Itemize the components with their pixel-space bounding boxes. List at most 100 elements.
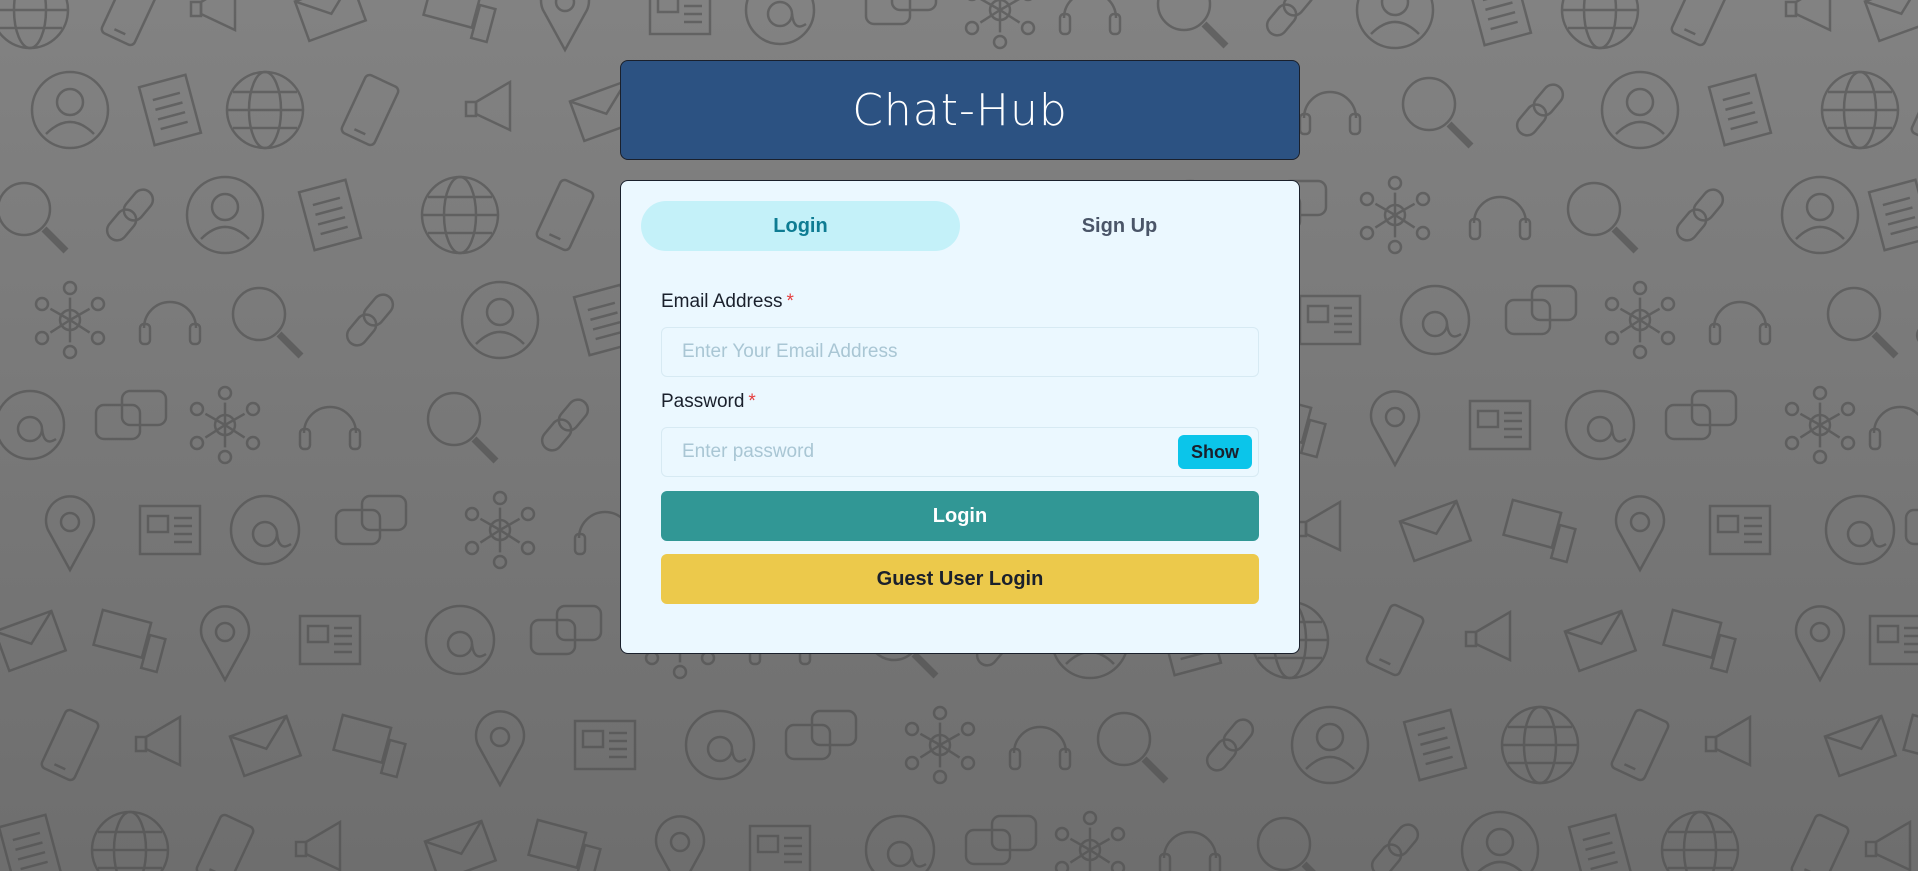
phone-icon: [1910, 73, 1918, 147]
tab-login[interactable]: Login: [641, 201, 960, 251]
newspaper-icon: [1298, 294, 1362, 346]
search-icon: [426, 391, 499, 464]
globe-icon: [420, 175, 500, 255]
show-password-button[interactable]: Show: [1178, 435, 1252, 469]
network-icon: [464, 490, 536, 570]
globe-icon: [1820, 70, 1900, 150]
document-icon: [1867, 178, 1918, 252]
network-icon: [1054, 810, 1126, 871]
phone-icon: [1610, 708, 1670, 782]
password-label: Password *: [661, 391, 1259, 417]
phone-icon: [1670, 0, 1730, 47]
document-icon: [1567, 813, 1633, 871]
network-icon: [1784, 385, 1856, 465]
search-icon: [1156, 0, 1229, 49]
password-field-group: Password * Show: [661, 391, 1259, 477]
chat-bubbles-icon: [964, 814, 1038, 866]
chat-bubbles-icon: [334, 494, 408, 546]
app-header: Chat-Hub: [620, 60, 1300, 160]
envelope-icon: [0, 609, 68, 673]
newspaper-icon: [138, 504, 202, 556]
app-title: Chat-Hub: [852, 84, 1068, 136]
email-input-wrapper: [661, 327, 1259, 377]
computer-icon: [1662, 608, 1737, 674]
search-icon: [1401, 76, 1474, 149]
user-icon: [1355, 0, 1435, 50]
location-pin-icon: [1614, 495, 1666, 573]
tab-sign-up[interactable]: Sign Up: [960, 201, 1279, 251]
globe-icon: [90, 810, 170, 871]
megaphone-icon: [464, 79, 512, 132]
megaphone-icon: [134, 714, 182, 767]
login-button[interactable]: Login: [661, 491, 1259, 541]
newspaper-icon: [748, 824, 812, 871]
document-icon: [1402, 708, 1468, 782]
globe-icon: [0, 0, 70, 50]
link-icon: [1265, 0, 1315, 37]
at-sign-icon: [1399, 284, 1471, 356]
link-icon: [540, 398, 590, 452]
link-icon: [105, 188, 155, 242]
computer-icon: [92, 608, 167, 674]
login-form: Email Address* Password* Show Login Gues…: [641, 251, 1259, 604]
chat-bubbles-icon: [1664, 389, 1738, 441]
location-pin-icon: [1369, 390, 1421, 468]
link-icon: [1515, 83, 1565, 137]
auth-tabs: Login Sign Up: [641, 201, 1279, 251]
search-icon: [1566, 181, 1639, 254]
password-input[interactable]: [662, 428, 1258, 476]
search-icon: [1826, 286, 1899, 359]
computer-icon: [332, 713, 407, 779]
document-icon: [0, 813, 63, 871]
globe-icon: [225, 70, 305, 150]
headset-icon: [1468, 195, 1532, 241]
user-icon: [30, 70, 110, 150]
megaphone-icon: [1784, 0, 1832, 32]
globe-icon: [1660, 810, 1740, 871]
envelope-icon: [293, 0, 368, 43]
megaphone-icon: [294, 819, 342, 871]
location-pin-icon: [654, 815, 706, 871]
search-icon: [231, 286, 304, 359]
at-sign-icon: [1824, 494, 1896, 566]
link-icon: [345, 293, 395, 347]
computer-icon: [527, 818, 602, 871]
newspaper-icon: [648, 0, 712, 36]
phone-icon: [195, 813, 255, 871]
guest-login-button[interactable]: Guest User Login: [661, 554, 1259, 604]
network-icon: [1604, 280, 1676, 360]
headset-icon: [1008, 725, 1072, 771]
newspaper-icon: [1708, 504, 1772, 556]
email-field-group: Email Address *: [661, 291, 1259, 377]
newspaper-icon: [298, 614, 362, 666]
computer-icon: [422, 0, 497, 44]
headset-icon: [1058, 0, 1122, 36]
headset-icon: [1298, 90, 1362, 136]
megaphone-icon: [1704, 714, 1752, 767]
user-icon: [1460, 810, 1540, 871]
chat-bubbles-icon: [864, 0, 938, 26]
link-icon: [1675, 188, 1725, 242]
envelope-icon: [1823, 714, 1898, 778]
chat-bubbles-icon: [784, 709, 858, 761]
location-pin-icon: [1794, 605, 1846, 683]
link-icon: [1205, 718, 1255, 772]
password-label-text: Password: [661, 391, 745, 412]
document-icon: [1707, 73, 1773, 147]
user-icon: [1600, 70, 1680, 150]
at-sign-icon: [1564, 389, 1636, 461]
envelope-icon: [1563, 609, 1638, 673]
megaphone-icon: [189, 0, 237, 32]
chat-bubbles-icon: [94, 389, 168, 441]
email-input[interactable]: [662, 328, 1258, 376]
network-icon: [964, 0, 1036, 50]
network-icon: [904, 705, 976, 785]
network-icon: [34, 280, 106, 360]
network-icon: [1359, 175, 1431, 255]
phone-icon: [535, 178, 595, 252]
newspaper-icon: [573, 719, 637, 771]
chat-bubbles-icon: [529, 604, 603, 656]
link-icon: [1915, 313, 1918, 347]
phone-icon: [340, 73, 400, 147]
at-sign-icon: [864, 814, 936, 871]
